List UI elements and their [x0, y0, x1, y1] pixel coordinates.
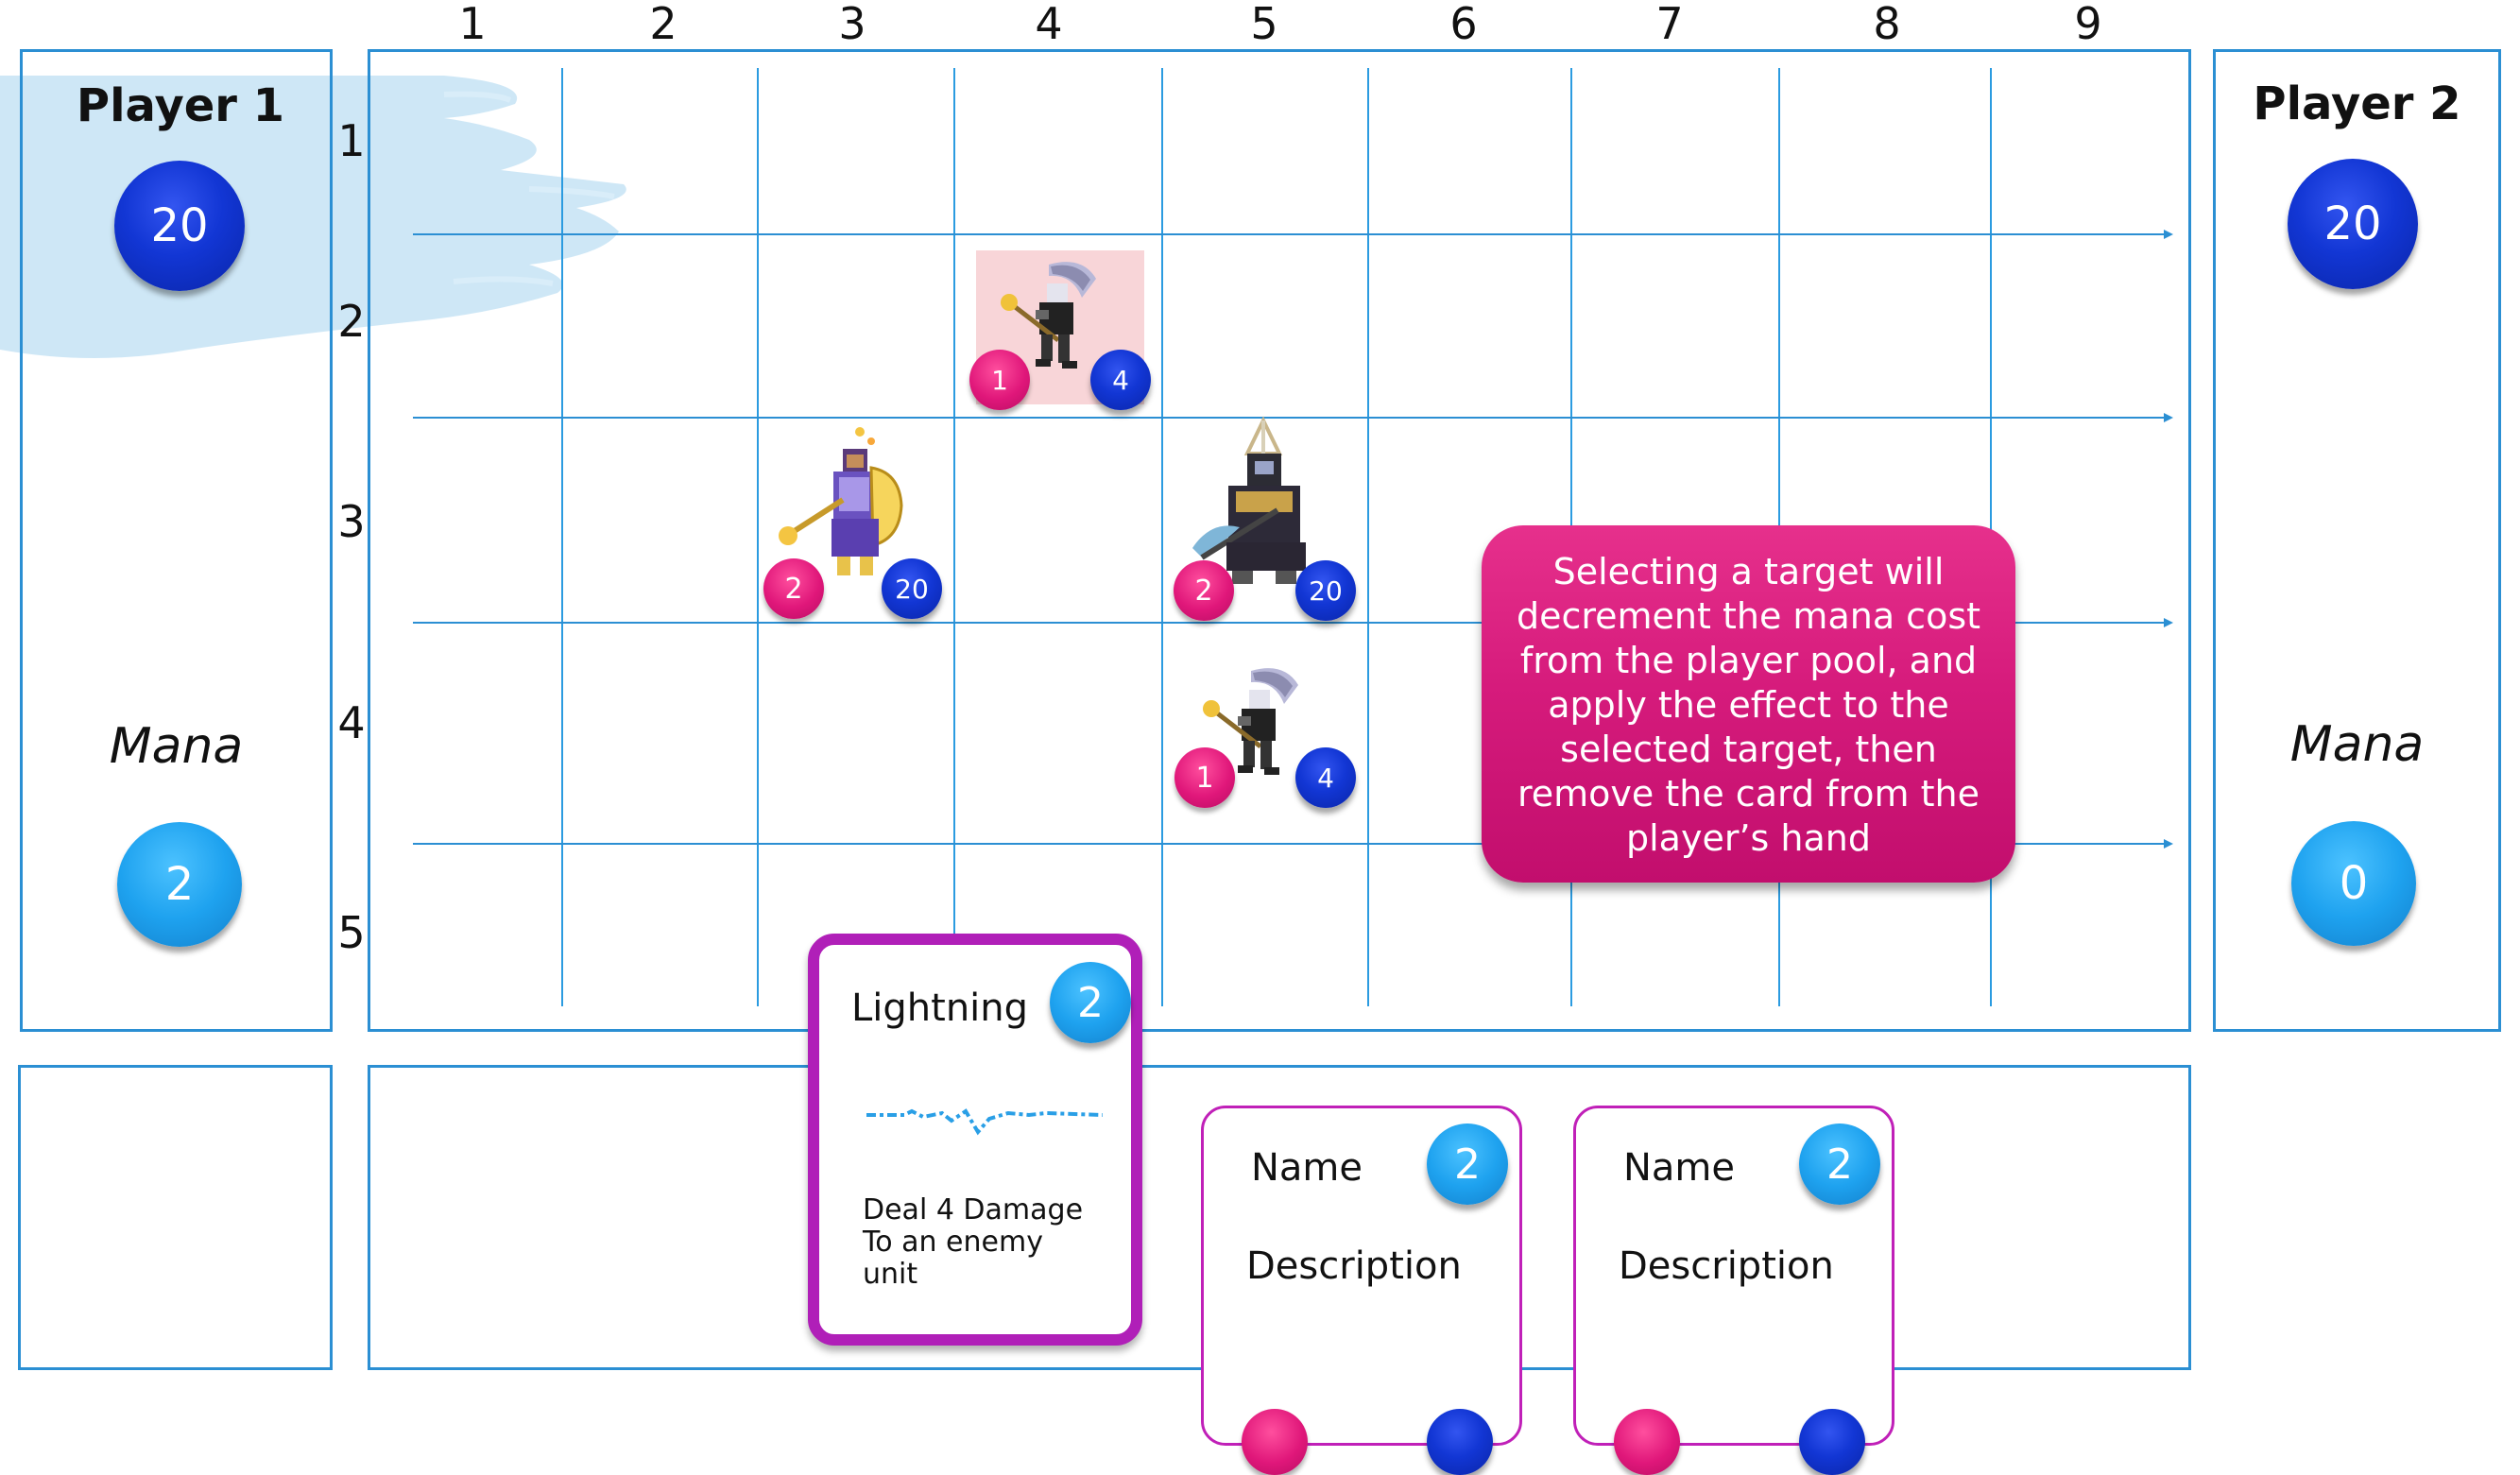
- card-description: Deal 4 Damage To an enemy unit: [863, 1193, 1084, 1291]
- unit-health-badge: 4: [1295, 747, 1356, 808]
- unit-health-badge: 20: [882, 558, 942, 619]
- lightning-icon: [866, 1108, 1103, 1136]
- player2-mana-label: Mana: [2289, 716, 2425, 773]
- unit-health-badge: 4: [1090, 350, 1151, 410]
- player1-deck-area: [18, 1065, 333, 1370]
- card-health-badge: [1799, 1409, 1865, 1475]
- card-attack-badge: [1242, 1409, 1308, 1475]
- card-cost-badge: 2: [1799, 1123, 1880, 1205]
- hand-card[interactable]: Name 2 Description: [1201, 1106, 1522, 1475]
- card-description: Description: [1619, 1244, 1834, 1288]
- player2-title: Player 2: [2253, 77, 2461, 130]
- card-cost-badge: 2: [1050, 962, 1131, 1043]
- hand-card[interactable]: Name 2 Description: [1573, 1106, 1894, 1475]
- instruction-callout: Selecting a target will decrement the ma…: [1482, 525, 2015, 883]
- card-description: Description: [1246, 1244, 1462, 1288]
- card-cost-badge: 2: [1427, 1123, 1508, 1205]
- player2-health-badge: 20: [2288, 159, 2418, 289]
- unit-health-badge: 20: [1295, 560, 1356, 621]
- card-health-badge: [1427, 1409, 1493, 1475]
- selected-card[interactable]: Lightning 2 Deal 4 Damage To an enemy un…: [808, 934, 1142, 1346]
- card-name: Name: [1623, 1146, 1736, 1190]
- unit-attack-badge: 2: [763, 558, 824, 619]
- card-name: Lightning: [851, 986, 1029, 1030]
- unit-attack-badge: 1: [969, 350, 1030, 410]
- unit-attack-badge: 1: [1174, 747, 1235, 808]
- player2-mana-badge: 0: [2291, 821, 2416, 946]
- card-attack-badge: [1614, 1409, 1680, 1475]
- unit-attack-badge: 2: [1174, 560, 1234, 621]
- card-name: Name: [1251, 1146, 1363, 1190]
